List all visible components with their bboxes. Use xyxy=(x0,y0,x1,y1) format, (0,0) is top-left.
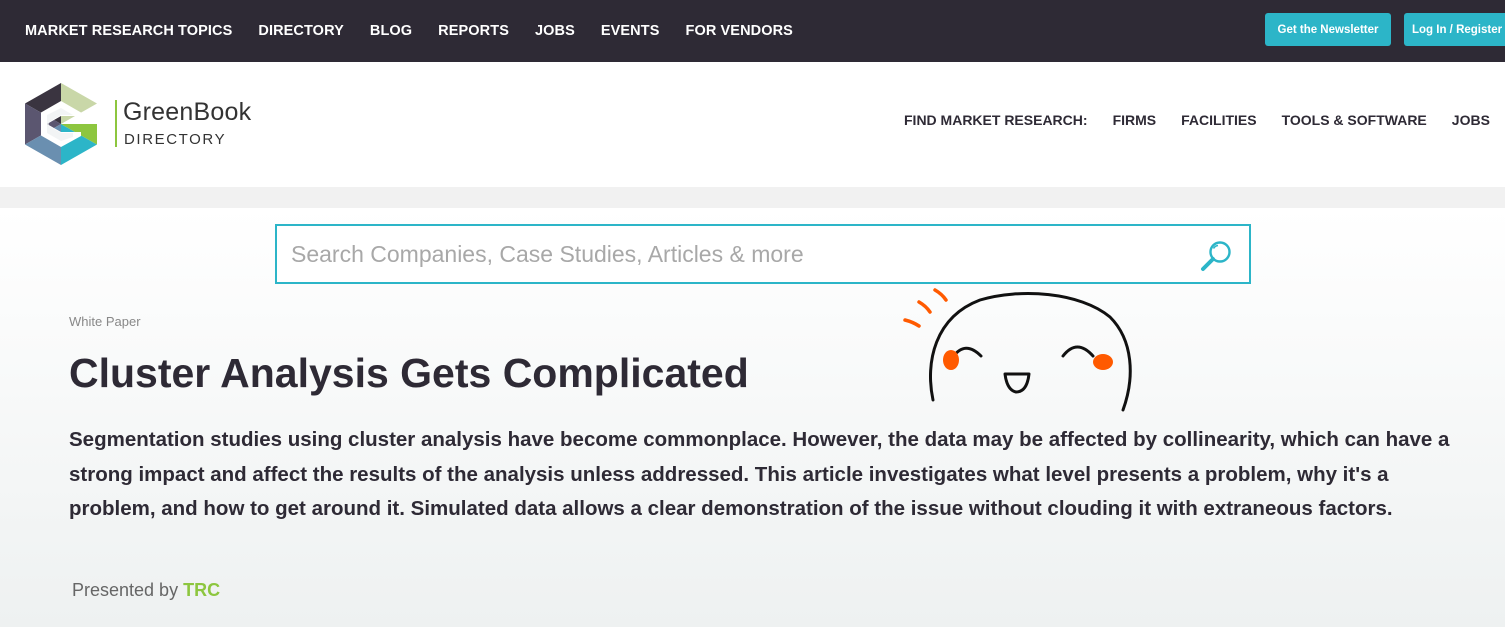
presenter-link[interactable]: TRC xyxy=(183,580,220,600)
article-description: Segmentation studies using cluster analy… xyxy=(69,428,1450,521)
find-link-jobs[interactable]: JOBS xyxy=(1452,112,1490,128)
find-link-tools-software[interactable]: TOOLS & SOFTWARE xyxy=(1282,112,1427,128)
greenbook-logo-icon[interactable] xyxy=(25,83,97,165)
presented-by: Presented by TRC xyxy=(72,580,220,601)
nav-directory[interactable]: DIRECTORY xyxy=(258,23,344,39)
article-type-label: White Paper xyxy=(69,314,141,329)
presented-by-label: Presented by xyxy=(72,580,179,600)
logo-divider xyxy=(115,100,117,147)
find-market-research-label: FIND MARKET RESEARCH: xyxy=(904,112,1088,128)
nav-reports[interactable]: REPORTS xyxy=(438,23,509,39)
nav-events[interactable]: EVENTS xyxy=(601,23,660,39)
nav-market-research-topics[interactable]: MARKET RESEARCH TOPICS xyxy=(25,23,232,39)
smiley-doodle-icon xyxy=(903,288,1132,412)
search-box xyxy=(275,224,1251,284)
newsletter-button[interactable]: Get the Newsletter xyxy=(1265,13,1391,46)
logo-name[interactable]: GreenBook xyxy=(123,98,251,127)
find-market-research-nav: FIND MARKET RESEARCH: FIRMS FACILITIES T… xyxy=(904,112,1490,128)
nav-blog[interactable]: BLOG xyxy=(370,23,412,39)
find-link-facilities[interactable]: FACILITIES xyxy=(1181,112,1256,128)
nav-for-vendors[interactable]: FOR VENDORS xyxy=(685,23,792,39)
header-divider-strip xyxy=(0,187,1505,208)
logo-subtitle: DIRECTORY xyxy=(124,131,227,148)
login-register-button[interactable]: Log In / Register xyxy=(1404,13,1505,46)
search-icon[interactable] xyxy=(1199,238,1235,274)
nav-jobs[interactable]: JOBS xyxy=(535,23,575,39)
site-header: GreenBook DIRECTORY FIND MARKET RESEARCH… xyxy=(0,62,1505,187)
search-input[interactable] xyxy=(291,236,1171,272)
find-link-firms[interactable]: FIRMS xyxy=(1113,112,1157,128)
top-bar: MARKET RESEARCH TOPICS DIRECTORY BLOG RE… xyxy=(0,0,1505,62)
page-title: Cluster Analysis Gets Complicated xyxy=(69,350,749,396)
top-nav: MARKET RESEARCH TOPICS DIRECTORY BLOG RE… xyxy=(25,0,793,62)
